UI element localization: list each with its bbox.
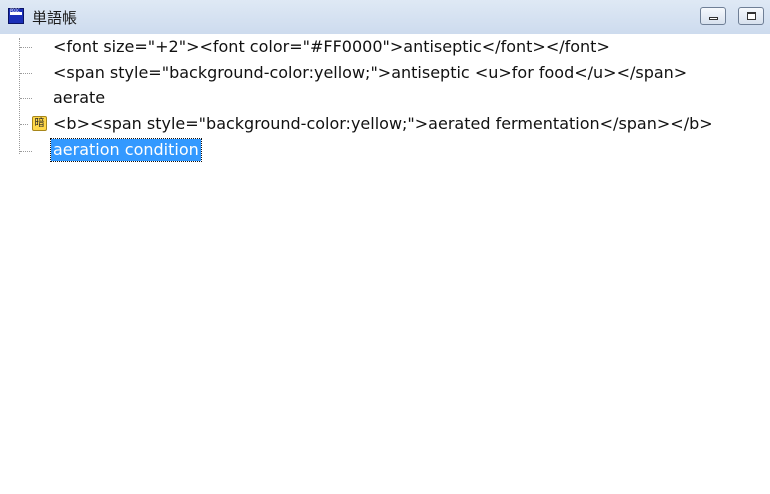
- tree-connector: [20, 47, 32, 48]
- tree-item[interactable]: <font size="+2"><font color="#FF0000">an…: [51, 36, 612, 58]
- memo-badge-icon: 暗: [32, 116, 47, 131]
- tree-connector: [19, 38, 20, 154]
- tree-item[interactable]: <b><span style="background-color:yellow;…: [51, 113, 715, 135]
- tree-connector: [20, 73, 32, 74]
- minimize-button[interactable]: [700, 7, 726, 25]
- tree-connector: [20, 98, 32, 99]
- tree-connector: [20, 124, 28, 125]
- tree-item[interactable]: <span style="background-color:yellow;">a…: [51, 62, 689, 84]
- tree-item[interactable]: aerate: [51, 87, 107, 109]
- maximize-button[interactable]: [738, 7, 764, 25]
- word-tree[interactable]: <font size="+2"><font color="#FF0000">an…: [0, 34, 770, 494]
- app-icon[interactable]: PDIC: [8, 8, 24, 24]
- app-window: PDIC 単語帳 <font size="+2"><font color="#F…: [0, 0, 770, 494]
- tree-item-selected[interactable]: aeration condition: [50, 138, 202, 162]
- maximize-icon: [747, 12, 756, 20]
- window-title: 単語帳: [32, 9, 78, 27]
- tree-connector: [20, 151, 32, 152]
- title-bar[interactable]: PDIC 単語帳: [0, 0, 770, 35]
- minimize-icon: [709, 17, 718, 20]
